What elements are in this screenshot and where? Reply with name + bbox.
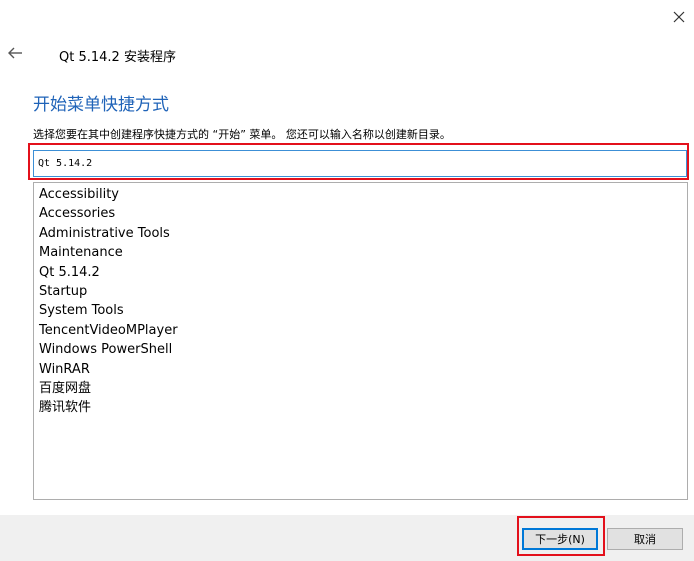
folder-list-item[interactable]: Accessibility bbox=[34, 185, 687, 204]
back-button[interactable] bbox=[4, 42, 26, 64]
close-button[interactable] bbox=[668, 6, 690, 28]
folder-list-item[interactable]: System Tools bbox=[34, 301, 687, 320]
start-menu-folder-list[interactable]: Accessibility Accessories Administrative T… bbox=[33, 182, 688, 500]
folder-list-item[interactable]: WinRAR bbox=[34, 360, 687, 379]
start-menu-folder-input[interactable] bbox=[33, 150, 687, 177]
folder-list-item[interactable]: Accessories bbox=[34, 204, 687, 223]
folder-list-item[interactable]: Qt 5.14.2 bbox=[34, 263, 687, 282]
folder-list-item[interactable]: Startup bbox=[34, 282, 687, 301]
app-title: Qt 5.14.2 安装程序 bbox=[59, 50, 176, 65]
folder-list-item[interactable]: 百度网盘 bbox=[34, 379, 687, 398]
folder-list-item[interactable]: 腾讯软件 bbox=[34, 398, 687, 417]
cancel-button[interactable]: 取消 bbox=[607, 528, 683, 550]
close-icon bbox=[673, 11, 685, 23]
folder-list-item[interactable]: TencentVideoMPlayer bbox=[34, 321, 687, 340]
folder-list-item[interactable]: Maintenance bbox=[34, 243, 687, 262]
instruction-text: 选择您要在其中创建程序快捷方式的 “开始” 菜单。 您还可以输入名称以创建新目录… bbox=[33, 128, 451, 141]
page-heading: 开始菜单快捷方式 bbox=[33, 95, 169, 115]
next-button[interactable]: 下一步(N) bbox=[522, 528, 598, 550]
folder-list-item[interactable]: Administrative Tools bbox=[34, 224, 687, 243]
back-arrow-icon bbox=[8, 47, 22, 59]
folder-list-item[interactable]: Windows PowerShell bbox=[34, 340, 687, 359]
installer-window: Qt 5.14.2 安装程序 开始菜单快捷方式 选择您要在其中创建程序快捷方式的… bbox=[0, 0, 694, 561]
